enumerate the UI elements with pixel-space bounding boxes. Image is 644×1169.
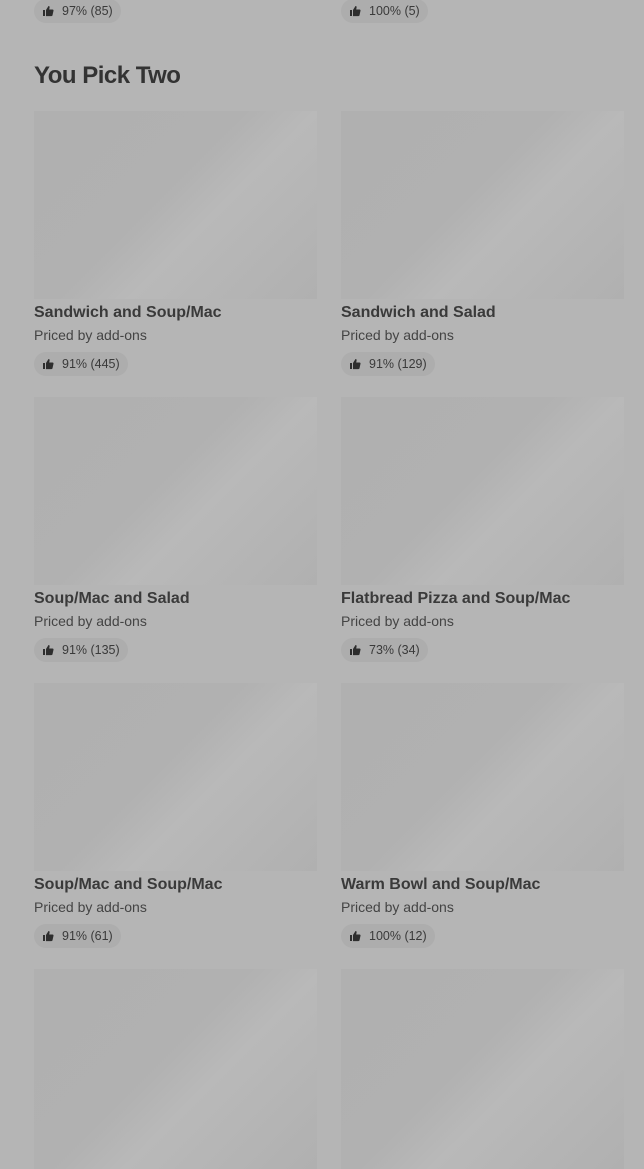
rating-text: 100% (12) <box>369 929 427 943</box>
menu-item-card[interactable] <box>34 969 317 1169</box>
menu-item-card[interactable]: Sandwich and Salad Priced by add-ons 91%… <box>341 111 624 376</box>
rating-badge: 91% (129) <box>341 352 435 376</box>
item-image[interactable] <box>341 397 624 585</box>
item-price: Priced by add-ons <box>34 613 147 629</box>
thumbs-up-icon <box>349 644 361 656</box>
item-name[interactable]: Soup/Mac and Soup/Mac <box>34 874 317 896</box>
item-price: Priced by add-ons <box>341 613 454 629</box>
thumbs-up-icon <box>349 358 361 370</box>
rating-text: 97% (85) <box>62 4 113 18</box>
rating-badge: 91% (61) <box>34 924 121 948</box>
menu-item-card[interactable]: Sandwich and Soup/Mac Priced by add-ons … <box>34 111 317 376</box>
rating-badge: 73% (34) <box>341 638 428 662</box>
rating-text: 91% (135) <box>62 643 120 657</box>
rating-text: 73% (34) <box>369 643 420 657</box>
item-name[interactable]: Warm Bowl and Soup/Mac <box>341 874 624 896</box>
item-image[interactable] <box>34 683 317 871</box>
thumbs-up-icon <box>42 644 54 656</box>
rating-badge: 100% (5) <box>341 0 428 23</box>
item-price: Priced by add-ons <box>34 327 147 343</box>
item-price: Priced by add-ons <box>34 899 147 915</box>
menu-item-card[interactable]: Flatbread Pizza and Soup/Mac Priced by a… <box>341 397 624 662</box>
item-image[interactable] <box>341 111 624 299</box>
rating-text: 91% (445) <box>62 357 120 371</box>
item-image[interactable] <box>34 397 317 585</box>
item-image[interactable] <box>341 969 624 1169</box>
item-name[interactable]: Sandwich and Soup/Mac <box>34 302 317 324</box>
thumbs-up-icon <box>42 930 54 942</box>
menu-item-card[interactable]: Warm Bowl and Soup/Mac Priced by add-ons… <box>341 683 624 948</box>
item-image[interactable] <box>34 969 317 1169</box>
section-title: You Pick Two <box>34 62 181 89</box>
item-price: Priced by add-ons <box>341 327 454 343</box>
item-price: Priced by add-ons <box>341 899 454 915</box>
thumbs-up-icon <box>349 930 361 942</box>
item-name[interactable]: Soup/Mac and Salad <box>34 588 317 610</box>
thumbs-up-icon <box>349 5 361 17</box>
item-name[interactable]: Flatbread Pizza and Soup/Mac <box>341 588 624 610</box>
rating-badge: 100% (12) <box>341 924 435 948</box>
rating-badge: 91% (445) <box>34 352 128 376</box>
rating-text: 91% (61) <box>62 929 113 943</box>
item-name[interactable]: Sandwich and Salad <box>341 302 624 324</box>
menu-item-card[interactable]: Soup/Mac and Salad Priced by add-ons 91%… <box>34 397 317 662</box>
thumbs-up-icon <box>42 358 54 370</box>
menu-item-card[interactable]: Soup/Mac and Soup/Mac Priced by add-ons … <box>34 683 317 948</box>
menu-item-card[interactable] <box>341 969 624 1169</box>
rating-badge: 91% (135) <box>34 638 128 662</box>
thumbs-up-icon <box>42 5 54 17</box>
rating-text: 100% (5) <box>369 4 420 18</box>
item-image[interactable] <box>34 111 317 299</box>
item-image[interactable] <box>341 683 624 871</box>
rating-badge: 97% (85) <box>34 0 121 23</box>
rating-text: 91% (129) <box>369 357 427 371</box>
